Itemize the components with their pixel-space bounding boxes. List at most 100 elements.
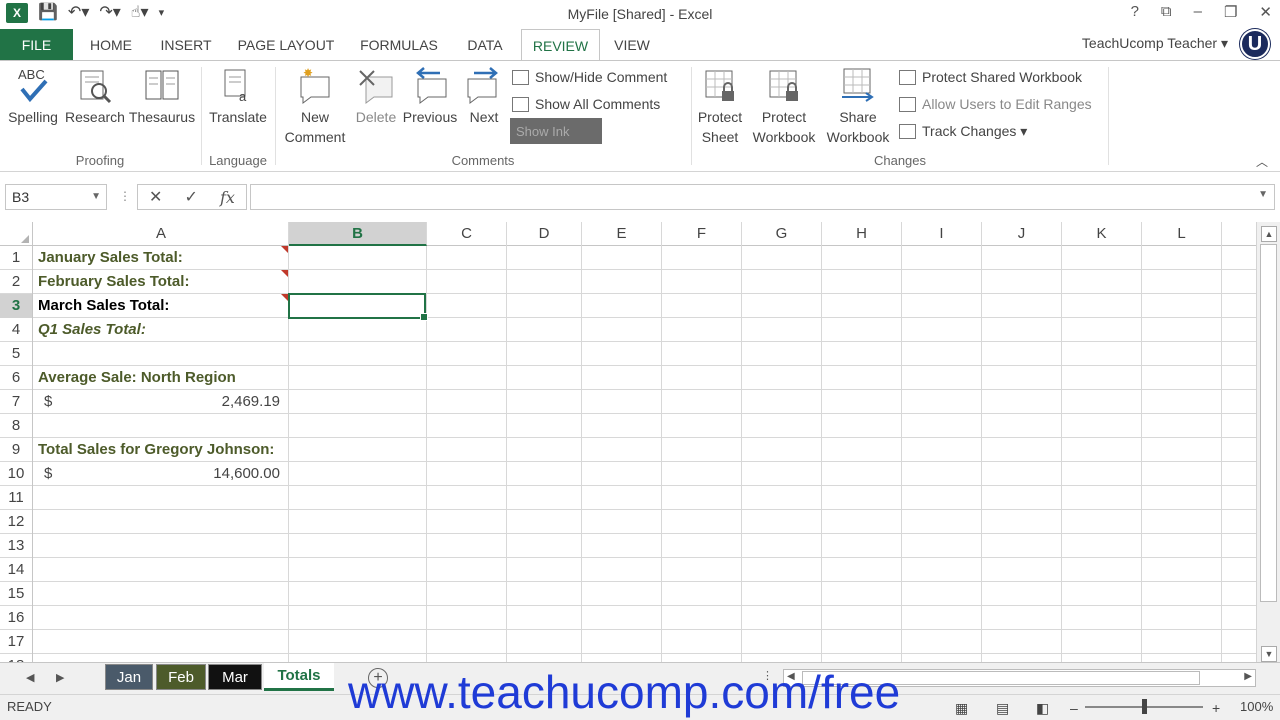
previous-comment-button[interactable]: Previous bbox=[402, 67, 458, 127]
cell-k5[interactable] bbox=[1062, 342, 1142, 366]
row-header[interactable]: 11 bbox=[0, 486, 33, 510]
cell-k17[interactable] bbox=[1062, 630, 1142, 654]
cell-e2[interactable] bbox=[582, 270, 662, 294]
cell-d9[interactable] bbox=[507, 438, 582, 462]
zoom-level[interactable]: 100% bbox=[1240, 699, 1273, 714]
cell-h1[interactable] bbox=[822, 246, 902, 270]
cell-j14[interactable] bbox=[982, 558, 1062, 582]
column-header-j[interactable]: J bbox=[982, 222, 1062, 246]
tab-home[interactable]: HOME bbox=[78, 29, 144, 60]
cell-l7[interactable] bbox=[1142, 390, 1222, 414]
cell-i10[interactable] bbox=[902, 462, 982, 486]
cell-a6[interactable]: Average Sale: North Region bbox=[34, 366, 289, 390]
cell-e13[interactable] bbox=[582, 534, 662, 558]
cell-l1[interactable] bbox=[1142, 246, 1222, 270]
cell-a3[interactable]: March Sales Total: bbox=[34, 294, 289, 318]
cell-b1[interactable] bbox=[289, 246, 427, 270]
cell-f5[interactable] bbox=[662, 342, 742, 366]
cell-f11[interactable] bbox=[662, 486, 742, 510]
cell-j16[interactable] bbox=[982, 606, 1062, 630]
cell-l13[interactable] bbox=[1142, 534, 1222, 558]
allow-users-edit-ranges-button[interactable]: Allow Users to Edit Ranges bbox=[899, 93, 1092, 115]
cell-b12[interactable] bbox=[289, 510, 427, 534]
cell-b8[interactable] bbox=[289, 414, 427, 438]
cell-b15[interactable] bbox=[289, 582, 427, 606]
cell-e9[interactable] bbox=[582, 438, 662, 462]
cell-e3[interactable] bbox=[582, 294, 662, 318]
cell-f1[interactable] bbox=[662, 246, 742, 270]
cell-i7[interactable] bbox=[902, 390, 982, 414]
cell-e10[interactable] bbox=[582, 462, 662, 486]
cell-c12[interactable] bbox=[427, 510, 507, 534]
cell-h10[interactable] bbox=[822, 462, 902, 486]
delete-comment-button[interactable]: Delete bbox=[350, 67, 402, 127]
tab-review[interactable]: REVIEW bbox=[521, 29, 600, 61]
protect-sheet-button[interactable]: Protect Sheet bbox=[694, 67, 746, 147]
cell-a9[interactable]: Total Sales for Gregory Johnson: bbox=[34, 438, 289, 462]
cell-a18[interactable] bbox=[34, 654, 289, 662]
cell-d8[interactable] bbox=[507, 414, 582, 438]
cell-a13[interactable] bbox=[34, 534, 289, 558]
cell-d2[interactable] bbox=[507, 270, 582, 294]
cell-b18[interactable] bbox=[289, 654, 427, 662]
cell-j5[interactable] bbox=[982, 342, 1062, 366]
column-header-l[interactable]: L bbox=[1142, 222, 1222, 246]
row-header[interactable]: 12 bbox=[0, 510, 33, 534]
cell-l15[interactable] bbox=[1142, 582, 1222, 606]
column-header-a[interactable]: A bbox=[34, 222, 289, 246]
translate-button[interactable]: a Translate bbox=[205, 67, 271, 127]
cell-g1[interactable] bbox=[742, 246, 822, 270]
cell-k7[interactable] bbox=[1062, 390, 1142, 414]
cell-k2[interactable] bbox=[1062, 270, 1142, 294]
row-header[interactable]: 6 bbox=[0, 366, 33, 390]
cell-k4[interactable] bbox=[1062, 318, 1142, 342]
cell-g15[interactable] bbox=[742, 582, 822, 606]
cell-d16[interactable] bbox=[507, 606, 582, 630]
cell-l10[interactable] bbox=[1142, 462, 1222, 486]
cancel-entry-icon[interactable]: ✕ bbox=[149, 187, 162, 207]
row-header[interactable]: 14 bbox=[0, 558, 33, 582]
cell-j2[interactable] bbox=[982, 270, 1062, 294]
normal-view-icon[interactable]: ▦ bbox=[955, 700, 968, 717]
ribbon-display-options-icon[interactable]: ⧉ bbox=[1161, 3, 1172, 21]
cell-a15[interactable] bbox=[34, 582, 289, 606]
cell-j18[interactable] bbox=[982, 654, 1062, 662]
zoom-in-icon[interactable]: + bbox=[1212, 700, 1220, 716]
cell-l9[interactable] bbox=[1142, 438, 1222, 462]
cell-h8[interactable] bbox=[822, 414, 902, 438]
tab-page-layout[interactable]: PAGE LAYOUT bbox=[228, 29, 344, 60]
cell-k15[interactable] bbox=[1062, 582, 1142, 606]
cell-a1[interactable]: January Sales Total: bbox=[34, 246, 289, 270]
cell-h12[interactable] bbox=[822, 510, 902, 534]
column-header-c[interactable]: C bbox=[427, 222, 507, 246]
sheet-tab-mar[interactable]: Mar bbox=[208, 664, 262, 690]
sheet-tab-totals[interactable]: Totals bbox=[264, 663, 334, 691]
cell-i12[interactable] bbox=[902, 510, 982, 534]
cell-j10[interactable] bbox=[982, 462, 1062, 486]
row-header[interactable]: 7 bbox=[0, 390, 33, 414]
cell-g3[interactable] bbox=[742, 294, 822, 318]
cell-j3[interactable] bbox=[982, 294, 1062, 318]
cell-a12[interactable] bbox=[34, 510, 289, 534]
vertical-scroll-thumb[interactable] bbox=[1260, 244, 1277, 602]
cell-a17[interactable] bbox=[34, 630, 289, 654]
minimize-icon[interactable]: – bbox=[1194, 3, 1202, 21]
cell-k9[interactable] bbox=[1062, 438, 1142, 462]
cell-b2[interactable] bbox=[289, 270, 427, 294]
cell-d12[interactable] bbox=[507, 510, 582, 534]
cell-f6[interactable] bbox=[662, 366, 742, 390]
cell-i8[interactable] bbox=[902, 414, 982, 438]
tab-insert[interactable]: INSERT bbox=[150, 29, 222, 60]
cell-j13[interactable] bbox=[982, 534, 1062, 558]
cell-j15[interactable] bbox=[982, 582, 1062, 606]
tab-file[interactable]: FILE bbox=[0, 29, 73, 60]
collapse-ribbon-icon[interactable]: ︿ bbox=[1256, 153, 1268, 170]
zoom-slider-thumb[interactable] bbox=[1142, 699, 1147, 714]
tab-view[interactable]: VIEW bbox=[604, 29, 660, 60]
row-header[interactable]: 18 bbox=[0, 654, 33, 662]
row-header[interactable]: 5 bbox=[0, 342, 33, 366]
cell-e5[interactable] bbox=[582, 342, 662, 366]
cell-f15[interactable] bbox=[662, 582, 742, 606]
column-header-f[interactable]: F bbox=[662, 222, 742, 246]
cell-h13[interactable] bbox=[822, 534, 902, 558]
